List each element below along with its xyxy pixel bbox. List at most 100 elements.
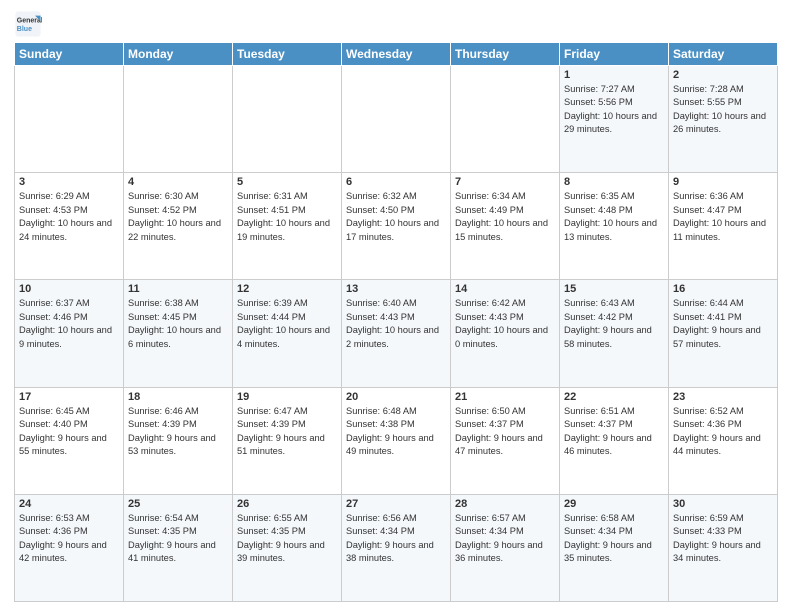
day-number: 13 [346, 283, 446, 295]
day-info: Sunrise: 6:52 AM Sunset: 4:36 PM Dayligh… [673, 405, 773, 459]
calendar-cell: 10 Sunrise: 6:37 AM Sunset: 4:46 PM Dayli… [15, 280, 124, 387]
day-number: 23 [673, 391, 773, 403]
day-number: 6 [346, 176, 446, 188]
calendar-week-row: 3 Sunrise: 6:29 AM Sunset: 4:53 PM Daylig… [15, 173, 778, 280]
day-info: Sunrise: 6:29 AM Sunset: 4:53 PM Dayligh… [19, 190, 119, 244]
day-number: 1 [564, 69, 664, 81]
day-info: Sunrise: 7:27 AM Sunset: 5:56 PM Dayligh… [564, 83, 664, 137]
calendar-week-row: 24 Sunrise: 6:53 AM Sunset: 4:36 PM Dayli… [15, 494, 778, 601]
calendar-cell: 25 Sunrise: 6:54 AM Sunset: 4:35 PM Dayli… [124, 494, 233, 601]
day-info: Sunrise: 6:46 AM Sunset: 4:39 PM Dayligh… [128, 405, 228, 459]
calendar-header-row: SundayMondayTuesdayWednesdayThursdayFrid… [15, 43, 778, 66]
calendar-cell [233, 66, 342, 173]
day-number: 3 [19, 176, 119, 188]
calendar-cell: 23 Sunrise: 6:52 AM Sunset: 4:36 PM Dayli… [669, 387, 778, 494]
day-number: 26 [237, 498, 337, 510]
calendar-cell [124, 66, 233, 173]
logo: General Blue [14, 10, 46, 38]
calendar-cell [342, 66, 451, 173]
calendar-weekday-thursday: Thursday [451, 43, 560, 66]
day-info: Sunrise: 7:28 AM Sunset: 5:55 PM Dayligh… [673, 83, 773, 137]
day-number: 24 [19, 498, 119, 510]
day-number: 20 [346, 391, 446, 403]
day-number: 22 [564, 391, 664, 403]
day-info: Sunrise: 6:32 AM Sunset: 4:50 PM Dayligh… [346, 190, 446, 244]
page: General Blue SundayMondayTuesdayWednesda… [0, 0, 792, 612]
calendar-cell: 21 Sunrise: 6:50 AM Sunset: 4:37 PM Dayli… [451, 387, 560, 494]
day-number: 5 [237, 176, 337, 188]
calendar-cell: 2 Sunrise: 7:28 AM Sunset: 5:55 PM Daylig… [669, 66, 778, 173]
day-number: 25 [128, 498, 228, 510]
day-number: 14 [455, 283, 555, 295]
day-number: 11 [128, 283, 228, 295]
day-number: 15 [564, 283, 664, 295]
day-info: Sunrise: 6:34 AM Sunset: 4:49 PM Dayligh… [455, 190, 555, 244]
calendar-week-row: 17 Sunrise: 6:45 AM Sunset: 4:40 PM Dayli… [15, 387, 778, 494]
day-number: 28 [455, 498, 555, 510]
day-number: 21 [455, 391, 555, 403]
calendar-cell [15, 66, 124, 173]
calendar-weekday-tuesday: Tuesday [233, 43, 342, 66]
day-info: Sunrise: 6:44 AM Sunset: 4:41 PM Dayligh… [673, 297, 773, 351]
day-number: 8 [564, 176, 664, 188]
calendar-cell: 18 Sunrise: 6:46 AM Sunset: 4:39 PM Dayli… [124, 387, 233, 494]
day-info: Sunrise: 6:42 AM Sunset: 4:43 PM Dayligh… [455, 297, 555, 351]
day-info: Sunrise: 6:47 AM Sunset: 4:39 PM Dayligh… [237, 405, 337, 459]
calendar-cell: 5Sunrise: 6:31 AM Sunset: 4:51 PM Daylig… [233, 173, 342, 280]
day-number: 7 [455, 176, 555, 188]
day-number: 16 [673, 283, 773, 295]
calendar-cell: 19 Sunrise: 6:47 AM Sunset: 4:39 PM Dayli… [233, 387, 342, 494]
calendar-cell: 7 Sunrise: 6:34 AM Sunset: 4:49 PM Daylig… [451, 173, 560, 280]
day-info: Sunrise: 6:38 AM Sunset: 4:45 PM Dayligh… [128, 297, 228, 351]
day-info: Sunrise: 6:37 AM Sunset: 4:46 PM Dayligh… [19, 297, 119, 351]
day-number: 27 [346, 498, 446, 510]
calendar-cell: 13 Sunrise: 6:40 AM Sunset: 4:43 PM Dayli… [342, 280, 451, 387]
day-info: Sunrise: 6:55 AM Sunset: 4:35 PM Dayligh… [237, 512, 337, 566]
calendar-cell: 29 Sunrise: 6:58 AM Sunset: 4:34 PM Dayli… [560, 494, 669, 601]
calendar-cell: 9Sunrise: 6:36 AM Sunset: 4:47 PM Daylig… [669, 173, 778, 280]
calendar-week-row: 10 Sunrise: 6:37 AM Sunset: 4:46 PM Dayli… [15, 280, 778, 387]
day-number: 17 [19, 391, 119, 403]
day-info: Sunrise: 6:59 AM Sunset: 4:33 PM Dayligh… [673, 512, 773, 566]
day-number: 2 [673, 69, 773, 81]
calendar-cell: 12 Sunrise: 6:39 AM Sunset: 4:44 PM Dayli… [233, 280, 342, 387]
calendar-cell: 30Sunrise: 6:59 AM Sunset: 4:33 PM Dayli… [669, 494, 778, 601]
calendar-cell: 20 Sunrise: 6:48 AM Sunset: 4:38 PM Dayli… [342, 387, 451, 494]
calendar-weekday-saturday: Saturday [669, 43, 778, 66]
day-info: Sunrise: 6:30 AM Sunset: 4:52 PM Dayligh… [128, 190, 228, 244]
calendar-cell: 16 Sunrise: 6:44 AM Sunset: 4:41 PM Dayli… [669, 280, 778, 387]
calendar-cell: 24 Sunrise: 6:53 AM Sunset: 4:36 PM Dayli… [15, 494, 124, 601]
day-info: Sunrise: 6:50 AM Sunset: 4:37 PM Dayligh… [455, 405, 555, 459]
calendar-cell: 8Sunrise: 6:35 AM Sunset: 4:48 PM Daylig… [560, 173, 669, 280]
calendar-week-row: 1 Sunrise: 7:27 AM Sunset: 5:56 PM Daylig… [15, 66, 778, 173]
calendar-cell: 28 Sunrise: 6:57 AM Sunset: 4:34 PM Dayli… [451, 494, 560, 601]
day-info: Sunrise: 6:48 AM Sunset: 4:38 PM Dayligh… [346, 405, 446, 459]
logo-icon: General Blue [14, 10, 42, 38]
day-info: Sunrise: 6:39 AM Sunset: 4:44 PM Dayligh… [237, 297, 337, 351]
day-info: Sunrise: 6:43 AM Sunset: 4:42 PM Dayligh… [564, 297, 664, 351]
day-info: Sunrise: 6:36 AM Sunset: 4:47 PM Dayligh… [673, 190, 773, 244]
calendar-cell [451, 66, 560, 173]
day-info: Sunrise: 6:53 AM Sunset: 4:36 PM Dayligh… [19, 512, 119, 566]
day-info: Sunrise: 6:45 AM Sunset: 4:40 PM Dayligh… [19, 405, 119, 459]
calendar-weekday-monday: Monday [124, 43, 233, 66]
calendar-cell: 14 Sunrise: 6:42 AM Sunset: 4:43 PM Dayli… [451, 280, 560, 387]
svg-text:Blue: Blue [17, 26, 32, 33]
day-number: 18 [128, 391, 228, 403]
day-number: 29 [564, 498, 664, 510]
day-number: 19 [237, 391, 337, 403]
day-info: Sunrise: 6:57 AM Sunset: 4:34 PM Dayligh… [455, 512, 555, 566]
calendar-cell: 1 Sunrise: 7:27 AM Sunset: 5:56 PM Daylig… [560, 66, 669, 173]
calendar-cell: 27Sunrise: 6:56 AM Sunset: 4:34 PM Dayli… [342, 494, 451, 601]
day-info: Sunrise: 6:58 AM Sunset: 4:34 PM Dayligh… [564, 512, 664, 566]
day-number: 4 [128, 176, 228, 188]
day-info: Sunrise: 6:51 AM Sunset: 4:37 PM Dayligh… [564, 405, 664, 459]
header: General Blue [14, 10, 778, 38]
calendar-cell: 3 Sunrise: 6:29 AM Sunset: 4:53 PM Daylig… [15, 173, 124, 280]
day-number: 12 [237, 283, 337, 295]
day-info: Sunrise: 6:54 AM Sunset: 4:35 PM Dayligh… [128, 512, 228, 566]
day-info: Sunrise: 6:40 AM Sunset: 4:43 PM Dayligh… [346, 297, 446, 351]
calendar-cell: 15 Sunrise: 6:43 AM Sunset: 4:42 PM Dayli… [560, 280, 669, 387]
day-number: 10 [19, 283, 119, 295]
calendar-cell: 6 Sunrise: 6:32 AM Sunset: 4:50 PM Daylig… [342, 173, 451, 280]
